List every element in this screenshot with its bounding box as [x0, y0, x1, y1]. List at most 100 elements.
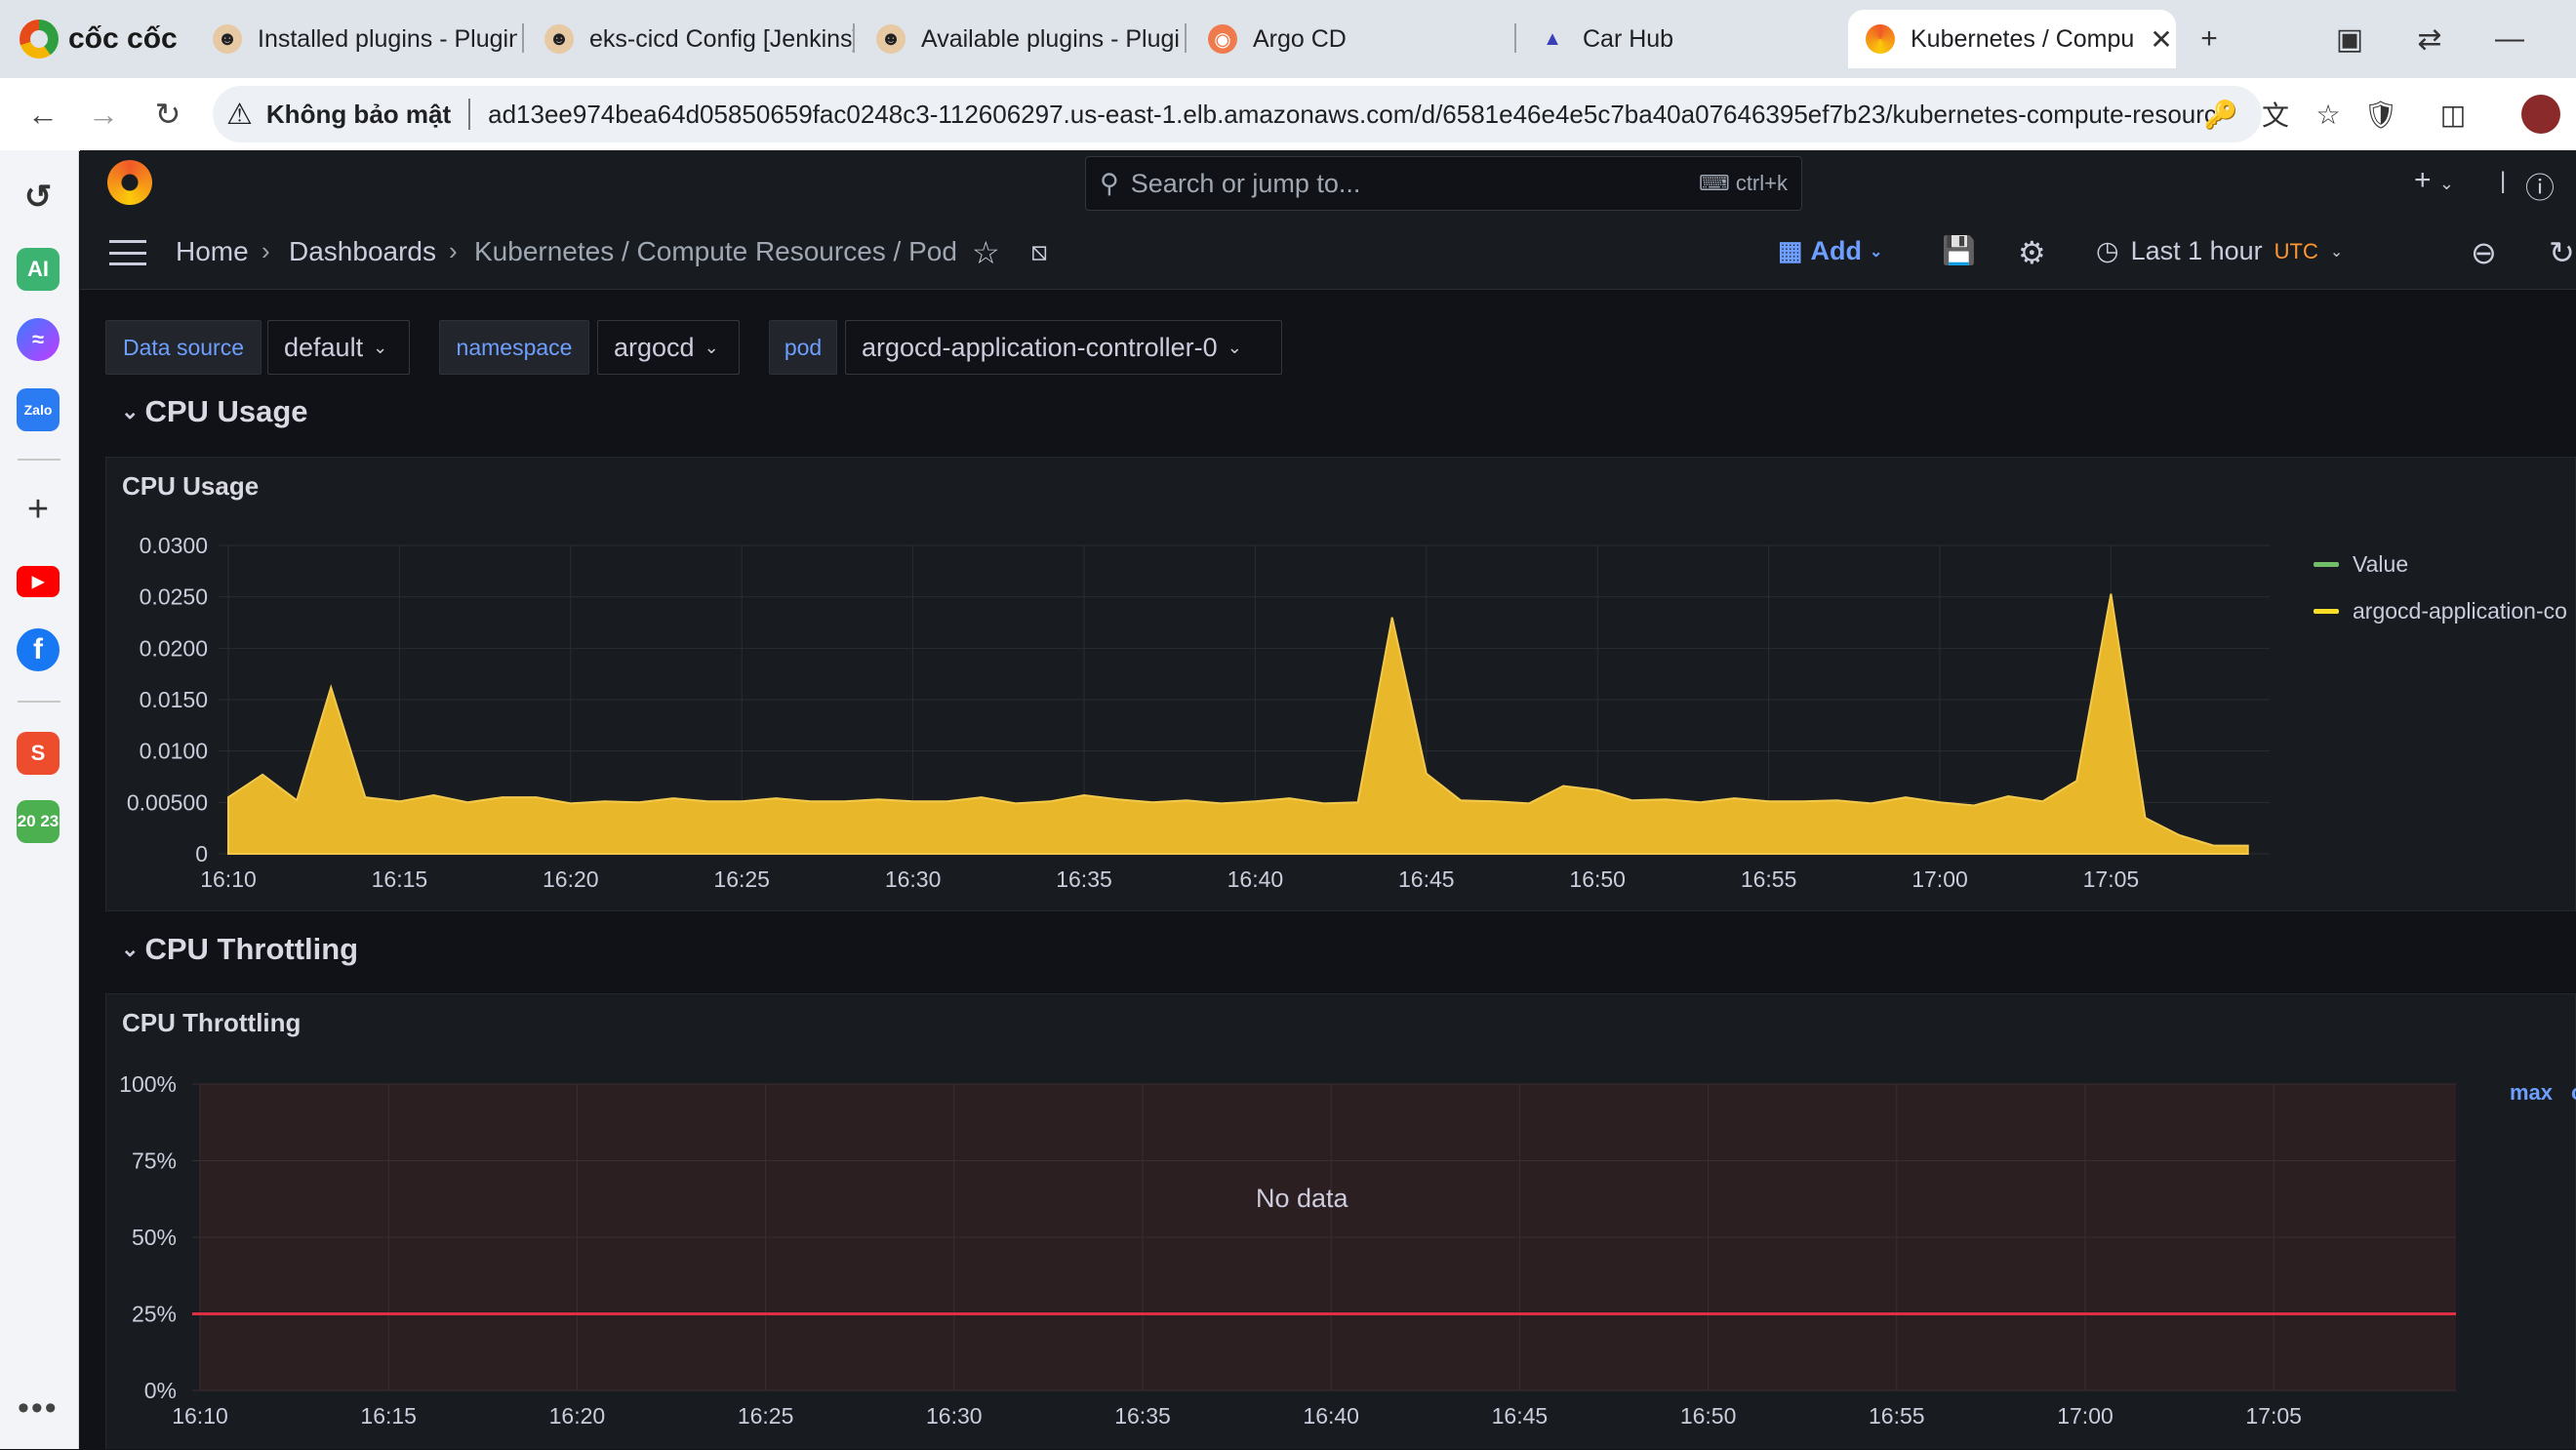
var-select-datasource[interactable]: default ⌄ — [267, 320, 410, 375]
x-tick-label: 16:15 — [360, 1403, 417, 1429]
x-tick-label: 16:20 — [549, 1403, 606, 1429]
history-icon[interactable]: ↺ — [17, 176, 60, 219]
chevron-right-icon: › — [262, 236, 270, 266]
more-icon[interactable]: ••• — [18, 1390, 59, 1428]
translate-icon[interactable]: 文 — [2256, 93, 2295, 136]
var-select-namespace[interactable]: argocd ⌄ — [597, 320, 740, 375]
cpu-throttling-chart[interactable]: 0%25%50%75%100%16:1016:1516:2016:2516:30… — [106, 994, 2576, 1450]
browser-tab-bar: cốc cốc ☻ Installed plugins - Plugin ☻ e… — [0, 0, 2576, 78]
back-history-icon[interactable]: ⇄ — [2408, 18, 2451, 60]
y-tick-label: 75% — [132, 1148, 177, 1174]
x-tick-label: 16:45 — [1398, 866, 1455, 892]
address-bar: ← → ↻ ⚠ Không bảo mật ad13ee974bea64d058… — [0, 78, 2576, 151]
help-icon[interactable]: ⓘ — [2525, 164, 2555, 207]
zalo-icon[interactable]: Zalo — [17, 388, 60, 431]
cpu-usage-chart[interactable]: 00.005000.01000.01500.02000.02500.030016… — [106, 458, 2576, 912]
var-select-pod[interactable]: argocd-application-controller-0 ⌄ — [845, 320, 1282, 375]
divider — [18, 459, 60, 461]
divider — [18, 701, 60, 703]
extensions-icon[interactable]: ◫ — [2434, 93, 2473, 136]
facebook-icon[interactable]: f — [17, 628, 60, 671]
gear-icon[interactable]: ⚙ — [2018, 234, 2046, 271]
tab-separator — [853, 23, 855, 53]
breadcrumb-home[interactable]: Home — [176, 236, 249, 267]
coccoc-logo-icon — [20, 20, 59, 59]
url-text[interactable]: ad13ee974bea64d05850659fac0248c3-1126062… — [488, 100, 2215, 130]
tab-argo-cd[interactable]: ◉ Argo CD — [1190, 10, 1512, 68]
y-tick-label: 0.00500 — [127, 789, 208, 815]
var-label-pod: pod — [769, 320, 837, 375]
add-button[interactable]: ▦ Add ⌄ — [1778, 236, 1882, 266]
profile-avatar[interactable] — [2521, 95, 2560, 134]
chevron-down-icon: ⌄ — [121, 399, 139, 424]
tab-title: Car Hub — [1583, 25, 1673, 54]
url-input[interactable]: ⚠ Không bảo mật ad13ee974bea64d05850659f… — [213, 86, 2262, 142]
youtube-icon[interactable]: ▶ — [17, 566, 60, 597]
var-value: default — [284, 333, 363, 363]
tab-kubernetes-compute[interactable]: Kubernetes / Compu ✕ — [1848, 10, 2176, 68]
share-icon[interactable]: ⧅ — [1030, 236, 1048, 268]
series-area-argocd — [228, 594, 2248, 855]
x-tick-label: 16:10 — [200, 866, 257, 892]
var-value: argocd-application-controller-0 — [862, 333, 1218, 363]
security-label[interactable]: Không bảo mật — [266, 100, 451, 130]
grafana-navbar: Home › Dashboards › Kubernetes / Compute… — [80, 217, 2576, 290]
minimize-icon[interactable]: — — [2488, 18, 2531, 60]
tab-available-plugins[interactable]: ☻ Available plugins - Plugin — [859, 10, 1181, 68]
x-tick-label: 16:45 — [1492, 1403, 1549, 1429]
row-title: CPU Throttling — [144, 932, 358, 967]
bookmark-star-icon[interactable]: ☆ — [2309, 93, 2348, 136]
legend-swatch — [2314, 562, 2339, 567]
ai-icon[interactable]: AI — [17, 248, 60, 291]
table-header-c[interactable]: c — [2571, 1080, 2576, 1106]
y-tick-label: 100% — [119, 1071, 177, 1097]
tab-title: Argo CD — [1253, 25, 1347, 54]
y-tick-label: 0 — [195, 841, 208, 866]
x-tick-label: 16:25 — [738, 1403, 794, 1429]
new-plus-icon[interactable]: + ⌄ — [2414, 164, 2454, 197]
messenger-icon[interactable]: ≈ — [17, 318, 60, 361]
time-range-picker[interactable]: ◷ Last 1 hour UTC ⌄ — [2096, 236, 2343, 266]
legend-item-argocd[interactable]: argocd-application-co — [2314, 598, 2567, 624]
save-icon[interactable]: 💾 — [1942, 234, 1976, 266]
search-input[interactable]: ⚲ Search or jump to... ⌨ ctrl+k — [1085, 156, 1802, 211]
chevron-right-icon: › — [449, 236, 458, 266]
refresh-icon[interactable]: ↻ — [2549, 234, 2575, 271]
table-header-max[interactable]: max — [2510, 1080, 2553, 1106]
new-tab-icon[interactable]: + — [2188, 18, 2231, 60]
argo-icon: ◉ — [1208, 24, 1237, 54]
shopee-icon[interactable]: S — [17, 732, 60, 775]
tab-car-hub[interactable]: ▲ Car Hub — [1520, 10, 1842, 68]
timezone-label: UTC — [2274, 239, 2318, 264]
legend-label: Value — [2353, 551, 2408, 578]
coccoc-logo[interactable]: cốc cốc — [20, 14, 178, 64]
chevron-down-icon: ⌄ — [1870, 242, 1882, 262]
x-tick-label: 17:00 — [2057, 1403, 2113, 1429]
tab-search-icon[interactable]: ▣ — [2328, 18, 2371, 60]
ai-label: AI — [27, 257, 49, 282]
row-header-cpu-usage[interactable]: ⌄ CPU Usage — [121, 394, 308, 429]
tab-eks-cicd-config[interactable]: ☻ eks-cicd Config [Jenkins] — [527, 10, 854, 68]
x-tick-label: 16:20 — [543, 866, 599, 892]
legend-item-value[interactable]: Value — [2314, 551, 2408, 578]
menu-icon[interactable] — [109, 240, 146, 265]
car-icon: ▲ — [1538, 24, 1567, 54]
brand-name: cốc cốc — [68, 22, 178, 56]
jenkins-icon: ☻ — [876, 24, 906, 54]
calendar-2023-icon[interactable]: 20 23 — [17, 800, 60, 843]
zoom-out-icon[interactable]: ⊖ — [2471, 234, 2497, 271]
breadcrumb-dashboards[interactable]: Dashboards — [289, 236, 436, 267]
reload-icon[interactable]: ↻ — [146, 93, 189, 136]
row-header-cpu-throttling[interactable]: ⌄ CPU Throttling — [121, 932, 358, 967]
var-value: argocd — [614, 333, 695, 363]
tab-installed-plugins[interactable]: ☻ Installed plugins - Plugin — [195, 10, 517, 68]
key-icon[interactable]: 🔑 — [2201, 93, 2240, 136]
add-icon[interactable]: + — [17, 488, 60, 531]
star-icon[interactable]: ☆ — [972, 234, 1000, 271]
forward-arrow-icon[interactable]: → — [82, 93, 125, 136]
back-arrow-icon[interactable]: ← — [21, 93, 64, 136]
shield-icon[interactable]: 🛡 — [2361, 93, 2400, 136]
close-tab-icon[interactable]: ✕ — [2150, 23, 2172, 56]
chevron-down-icon: ⌄ — [2330, 242, 2343, 262]
grafana-logo-icon[interactable] — [107, 160, 152, 205]
